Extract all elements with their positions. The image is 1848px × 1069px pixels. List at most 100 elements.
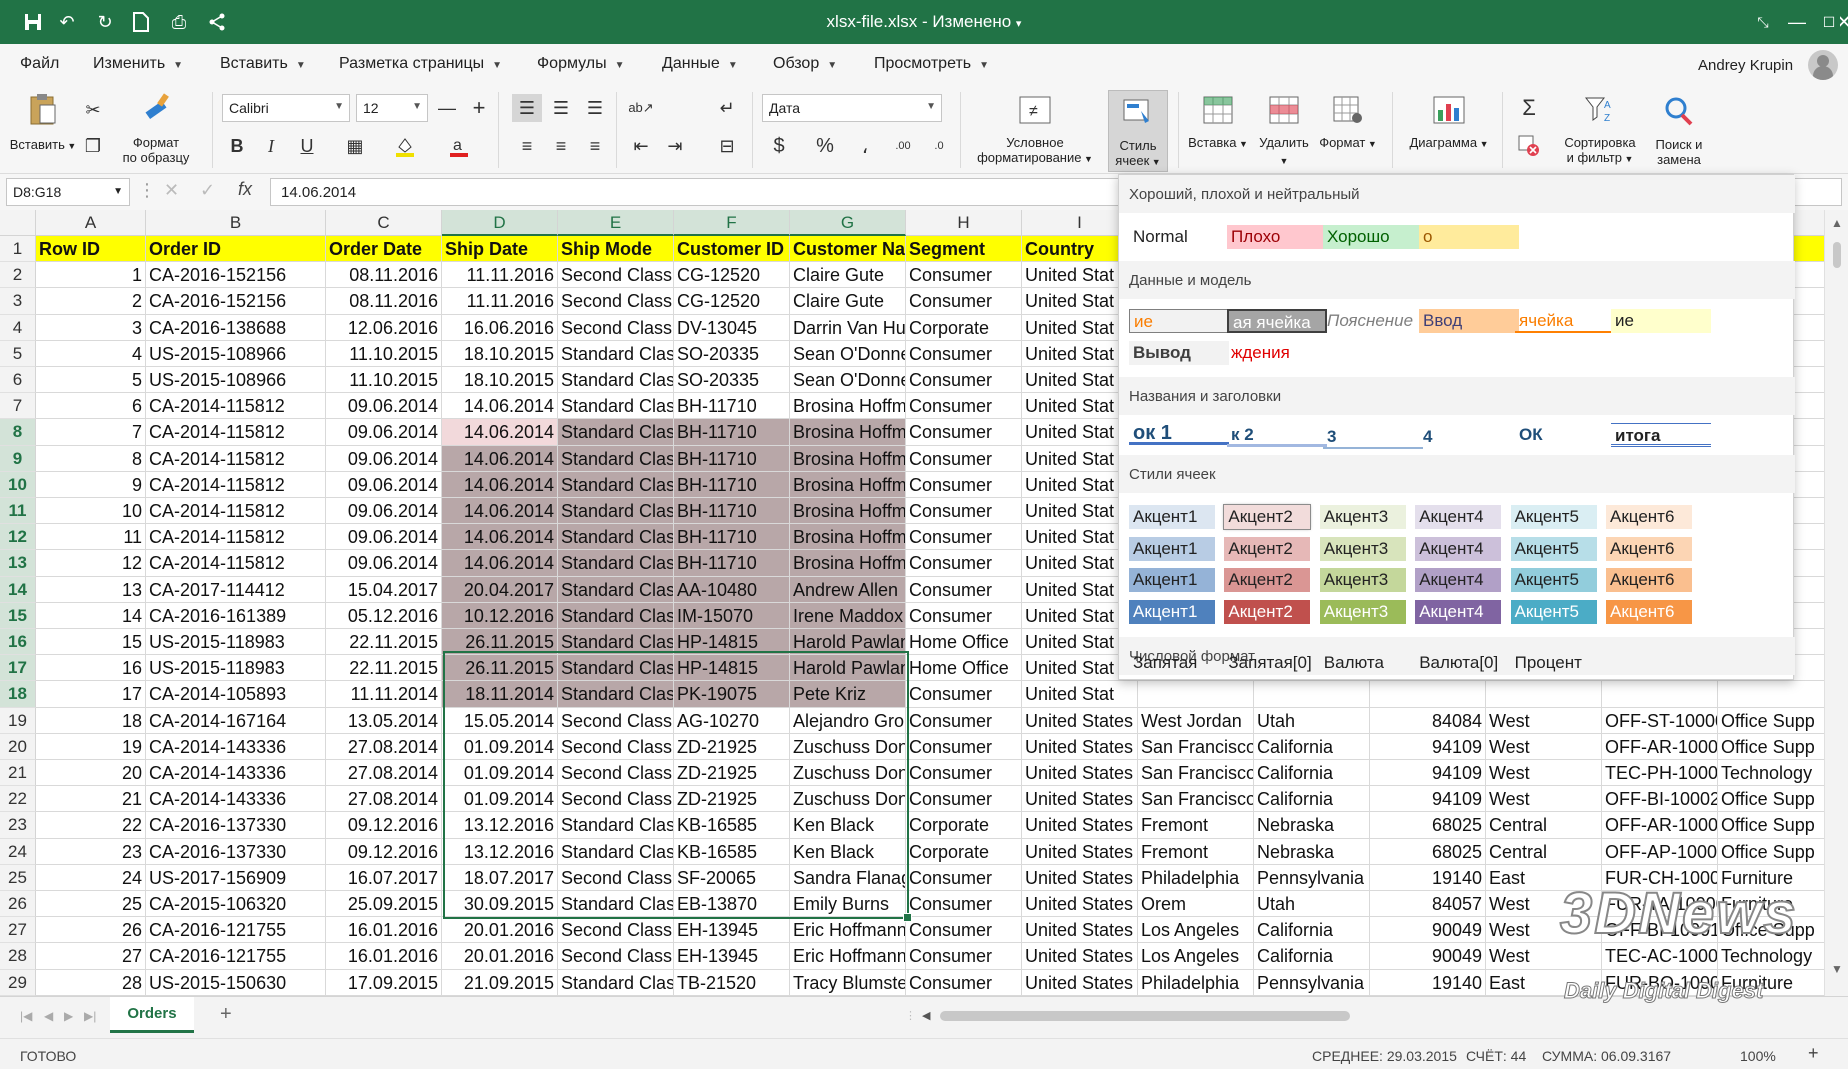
table-cell[interactable]: EH-13945 bbox=[674, 917, 790, 944]
text-orientation-icon[interactable]: ab↗ bbox=[626, 94, 656, 122]
table-cell[interactable]: Office Supp bbox=[1718, 838, 1834, 865]
table-cell[interactable]: Consumer bbox=[906, 602, 1022, 629]
table-cell[interactable]: 14.06.2014 bbox=[442, 524, 558, 551]
table-cell[interactable]: Second Class bbox=[558, 707, 674, 734]
style-good[interactable]: Хорошо bbox=[1323, 225, 1423, 249]
table-cell[interactable]: 27 bbox=[36, 943, 146, 970]
table-cell[interactable]: Consumer bbox=[906, 786, 1022, 813]
style-explanatory[interactable]: Пояснение bbox=[1323, 309, 1423, 333]
number-format-select[interactable]: Дата ▼ bbox=[762, 94, 942, 122]
table-cell[interactable]: KB-16585 bbox=[674, 812, 790, 839]
table-cell[interactable]: Brosina Hoffm bbox=[790, 524, 906, 551]
table-cell[interactable]: CA-2014-115812 bbox=[146, 498, 326, 525]
table-cell[interactable]: 15.05.2014 bbox=[442, 707, 558, 734]
table-cell[interactable]: SO-20335 bbox=[674, 340, 790, 367]
table-cell[interactable]: California bbox=[1254, 733, 1370, 760]
row-header[interactable]: 9 bbox=[0, 445, 36, 472]
row-header[interactable]: 19 bbox=[0, 707, 36, 734]
table-cell[interactable]: Order Date bbox=[326, 236, 442, 263]
sort-filter-button[interactable]: AZ Сортировка и фильтр ▼ bbox=[1560, 96, 1640, 167]
align-left-icon[interactable]: ≡ bbox=[512, 132, 542, 160]
table-cell[interactable]: BH-11710 bbox=[674, 445, 790, 472]
table-cell[interactable]: West bbox=[1486, 917, 1602, 944]
table-cell[interactable]: OFF-BI-10002 bbox=[1602, 786, 1718, 813]
table-cell[interactable]: 3 bbox=[36, 314, 146, 341]
style-number-format[interactable]: Процент bbox=[1511, 651, 1611, 675]
row-header[interactable]: 26 bbox=[0, 891, 36, 918]
table-cell[interactable]: 09.12.2016 bbox=[326, 812, 442, 839]
table-cell[interactable]: Consumer bbox=[906, 576, 1022, 603]
avatar[interactable] bbox=[1808, 50, 1838, 80]
table-cell[interactable]: Customer Nar bbox=[790, 236, 906, 263]
table-cell[interactable]: Irene Maddox bbox=[790, 602, 906, 629]
table-cell[interactable]: OFF-BI-10001 bbox=[1602, 917, 1718, 944]
align-bottom-icon[interactable]: ☰ bbox=[580, 94, 610, 122]
style-note[interactable]: ие bbox=[1611, 309, 1711, 333]
table-cell[interactable]: 14.06.2014 bbox=[442, 471, 558, 498]
table-cell[interactable]: Standard Class bbox=[558, 602, 674, 629]
row-header[interactable]: 12 bbox=[0, 524, 36, 551]
table-cell[interactable]: United States bbox=[1022, 733, 1138, 760]
table-cell[interactable]: Consumer bbox=[906, 969, 1022, 996]
table-cell[interactable]: 19 bbox=[36, 733, 146, 760]
table-cell[interactable]: 20.01.2016 bbox=[442, 943, 558, 970]
table-cell[interactable]: Customer ID bbox=[674, 236, 790, 263]
table-cell[interactable]: Second Class bbox=[558, 943, 674, 970]
table-cell[interactable]: Los Angeles bbox=[1138, 917, 1254, 944]
table-cell[interactable]: 18 bbox=[36, 707, 146, 734]
row-header[interactable]: 25 bbox=[0, 864, 36, 891]
table-cell[interactable]: Standard Class bbox=[558, 891, 674, 918]
table-cell[interactable]: East bbox=[1486, 969, 1602, 996]
borders-icon[interactable]: ▦ bbox=[340, 132, 370, 160]
table-cell[interactable]: CA-2014-115812 bbox=[146, 471, 326, 498]
table-cell[interactable]: California bbox=[1254, 760, 1370, 787]
table-cell[interactable]: Furniture bbox=[1718, 969, 1834, 996]
scroll-thumb[interactable] bbox=[1833, 242, 1841, 268]
table-cell[interactable]: Standard Class bbox=[558, 655, 674, 682]
table-cell[interactable]: CA-2014-115812 bbox=[146, 445, 326, 472]
table-cell[interactable]: Second Class bbox=[558, 262, 674, 289]
row-header[interactable]: 21 bbox=[0, 760, 36, 787]
decrease-indent-icon[interactable]: ⇤ bbox=[626, 132, 656, 160]
column-header-h[interactable]: H bbox=[906, 210, 1022, 236]
table-cell[interactable]: Brosina Hoffm bbox=[790, 445, 906, 472]
style-heading-2[interactable]: к 2 bbox=[1227, 423, 1327, 447]
table-cell[interactable]: 18.10.2015 bbox=[442, 340, 558, 367]
underline-button[interactable]: U bbox=[292, 132, 322, 160]
table-cell[interactable]: Harold Pawlan bbox=[790, 629, 906, 656]
table-cell[interactable]: California bbox=[1254, 786, 1370, 813]
table-cell[interactable]: 84084 bbox=[1370, 707, 1486, 734]
table-cell[interactable]: Segment bbox=[906, 236, 1022, 263]
style-neutral[interactable]: о bbox=[1419, 225, 1519, 249]
column-header-f[interactable]: F bbox=[674, 210, 790, 236]
table-cell[interactable]: 27.08.2014 bbox=[326, 760, 442, 787]
name-box[interactable]: D8:G18 ▼ bbox=[6, 178, 130, 206]
table-cell[interactable]: 27.08.2014 bbox=[326, 733, 442, 760]
row-header[interactable]: 5 bbox=[0, 340, 36, 367]
table-cell[interactable]: Consumer bbox=[906, 864, 1022, 891]
merge-cells-icon[interactable]: ⊟ bbox=[712, 132, 742, 160]
table-cell[interactable]: Technology bbox=[1718, 760, 1834, 787]
table-cell[interactable]: CA-2014-105893 bbox=[146, 681, 326, 708]
table-cell[interactable]: BH-11710 bbox=[674, 419, 790, 446]
fill-color-icon[interactable] bbox=[390, 132, 420, 160]
table-cell[interactable]: Ship Date bbox=[442, 236, 558, 263]
table-cell[interactable]: Consumer bbox=[906, 471, 1022, 498]
table-cell[interactable]: Pennsylvania bbox=[1254, 969, 1370, 996]
table-cell[interactable] bbox=[1370, 681, 1486, 708]
table-cell[interactable]: Standard Class bbox=[558, 471, 674, 498]
menu-page-layout[interactable]: Разметка страницы ▼ bbox=[339, 55, 502, 73]
table-cell[interactable]: California bbox=[1254, 943, 1370, 970]
table-cell[interactable]: 14.06.2014 bbox=[442, 419, 558, 446]
table-cell[interactable]: 27.08.2014 bbox=[326, 786, 442, 813]
table-cell[interactable]: CA-2016-121755 bbox=[146, 917, 326, 944]
style-accent-4[interactable]: Акцент4 bbox=[1415, 505, 1502, 529]
align-right-icon[interactable]: ≡ bbox=[580, 132, 610, 160]
table-cell[interactable]: 09.06.2014 bbox=[326, 524, 442, 551]
table-cell[interactable]: 09.06.2014 bbox=[326, 550, 442, 577]
table-cell[interactable]: 13.12.2016 bbox=[442, 838, 558, 865]
style-accent-3[interactable]: Акцент3 bbox=[1319, 568, 1406, 592]
table-cell[interactable]: Sandra Flanag bbox=[790, 864, 906, 891]
table-cell[interactable]: 5 bbox=[36, 367, 146, 394]
table-cell[interactable] bbox=[1718, 681, 1834, 708]
